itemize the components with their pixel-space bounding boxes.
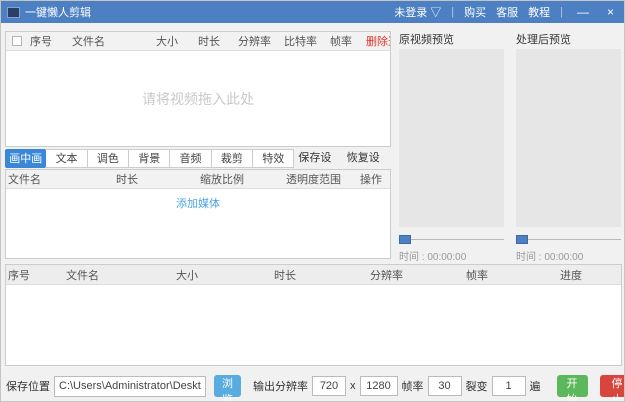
browse-button[interactable]: 浏览 — [214, 375, 241, 401]
save-location-label: 保存位置 — [6, 381, 50, 393]
stop-button[interactable]: 停止 — [599, 375, 624, 401]
original-preview-label: 原视频预览 — [399, 34, 454, 46]
column-header-filename: 文件名 — [8, 174, 41, 186]
login-dropdown-icon: ▽ — [430, 7, 442, 19]
column-header-duration: 时长 — [198, 36, 220, 48]
source-file-table: 序号 文件名 大小 时长 分辨率 比特率 帧率 删除选中 请将视频拖入此处 — [5, 31, 391, 147]
titlebar-divider: | — [560, 6, 563, 18]
fission-unit-label: 遍 — [529, 381, 541, 393]
column-header-duration: 时长 — [274, 269, 296, 282]
column-header-index: 序号 — [8, 269, 30, 282]
processed-time-label: 时间 : 00:00:00 — [516, 252, 584, 263]
app-title: 一键懒人剪辑 — [25, 7, 91, 19]
column-header-size: 大小 — [156, 36, 178, 48]
video-drop-zone[interactable]: 请将视频拖入此处 — [6, 51, 390, 146]
source-file-table-header: 序号 文件名 大小 时长 分辨率 比特率 帧率 删除选中 — [6, 32, 390, 51]
framerate-label: 帧率 — [401, 381, 424, 393]
menu-item-buy[interactable]: 购买 — [464, 4, 486, 20]
tab-background[interactable]: 背景 — [129, 149, 171, 168]
app-icon — [7, 6, 20, 18]
processed-preview-slider[interactable] — [516, 234, 621, 246]
tab-audio[interactable]: 音频 — [170, 149, 212, 168]
titlebar: 一键懒人剪辑 未登录 ▽ | 购买 客服 教程 | — × — [1, 1, 624, 23]
titlebar-divider: | — [451, 6, 455, 18]
column-header-actions: 操作 — [360, 174, 382, 186]
original-preview-slider[interactable] — [399, 234, 504, 246]
column-header-resolution: 分辨率 — [238, 36, 271, 48]
original-preview: 原视频预览 时间 : 00:00:00 — [399, 31, 504, 263]
tab-crop[interactable]: 裁剪 — [211, 149, 254, 168]
pip-media-table: 文件名 时长 缩放比例 透明度范围 操作 添加媒体 — [5, 169, 391, 259]
column-header-opacity-range: 透明度范围 — [286, 174, 341, 186]
processed-preview: 处理后预览 时间 : 00:00:00 — [516, 31, 621, 263]
column-header-resolution: 分辨率 — [370, 269, 403, 282]
bottom-bar: 保存位置 浏览 输出分辨率 x 帧率 裂变 遍 开始剪辑 停止 — [1, 369, 624, 401]
fission-count-input[interactable] — [491, 376, 526, 396]
resolution-times-symbol: x — [350, 380, 356, 392]
original-preview-screen — [399, 49, 504, 228]
task-progress-table: 序号 文件名 大小 时长 分辨率 帧率 进度 — [5, 264, 622, 366]
drop-zone-hint: 请将视频拖入此处 — [142, 90, 254, 107]
column-header-filename: 文件名 — [72, 36, 105, 48]
tab-picture-in-picture[interactable]: 画中画 — [5, 149, 47, 168]
processed-preview-screen — [516, 49, 621, 228]
titlebar-menu: 未登录 ▽ | 购买 客服 教程 | — × — [394, 4, 618, 20]
add-media-link[interactable]: 添加媒体 — [6, 195, 390, 211]
menu-item-support[interactable]: 客服 — [496, 4, 518, 20]
column-header-size: 大小 — [176, 269, 198, 282]
slider-handle[interactable] — [516, 235, 528, 245]
processed-preview-label: 处理后预览 — [516, 34, 571, 46]
select-all-cell — [6, 36, 28, 46]
column-header-filename: 文件名 — [66, 269, 99, 282]
slider-handle[interactable] — [399, 235, 411, 245]
column-header-progress: 进度 — [560, 269, 582, 282]
column-header-scale: 缩放比例 — [200, 174, 244, 186]
start-editing-button[interactable]: 开始剪辑 — [556, 375, 588, 401]
close-button[interactable]: × — [603, 5, 618, 19]
minimize-button[interactable]: — — [573, 5, 593, 19]
app-window: 一键懒人剪辑 未登录 ▽ | 购买 客服 教程 | — × 序号 文件名 大小 … — [0, 0, 625, 402]
save-settings-button[interactable]: 保存设置 — [294, 149, 342, 182]
column-header-duration: 时长 — [116, 174, 138, 186]
framerate-input[interactable] — [427, 376, 462, 396]
slider-track — [399, 239, 504, 241]
login-status-label: 未登录 — [394, 7, 428, 19]
column-header-index: 序号 — [30, 36, 52, 48]
task-table-header: 序号 文件名 大小 时长 分辨率 帧率 进度 — [6, 265, 621, 285]
delete-selected-button[interactable]: 删除选中 — [364, 33, 390, 49]
tab-effects[interactable]: 特效 — [253, 149, 295, 168]
tab-color-grading[interactable]: 调色 — [87, 149, 130, 168]
output-width-input[interactable] — [312, 376, 346, 396]
effect-tabs: 画中画 文本 调色 背景 音频 裁剪 特效 保存设置 恢复设置 — [5, 148, 391, 182]
save-location-input[interactable] — [54, 375, 206, 397]
column-header-framerate: 帧率 — [330, 36, 352, 48]
pip-media-table-header: 文件名 时长 缩放比例 透明度范围 操作 — [6, 170, 390, 189]
preview-area: 原视频预览 时间 : 00:00:00 处理后预览 时间 : 00:00:00 — [399, 31, 621, 263]
fission-label: 裂变 — [465, 381, 488, 393]
column-header-bitrate: 比特率 — [284, 36, 317, 48]
tab-text[interactable]: 文本 — [46, 149, 88, 168]
output-resolution-label: 输出分辨率 — [253, 381, 308, 393]
slider-track — [516, 239, 621, 241]
column-header-framerate: 帧率 — [466, 269, 488, 282]
select-all-checkbox[interactable] — [12, 36, 22, 46]
restore-settings-button[interactable]: 恢复设置 — [343, 149, 391, 182]
menu-item-tutorial[interactable]: 教程 — [528, 4, 550, 20]
login-status[interactable]: 未登录 ▽ — [394, 4, 441, 20]
output-height-input[interactable] — [359, 376, 398, 396]
original-time-label: 时间 : 00:00:00 — [399, 252, 467, 263]
